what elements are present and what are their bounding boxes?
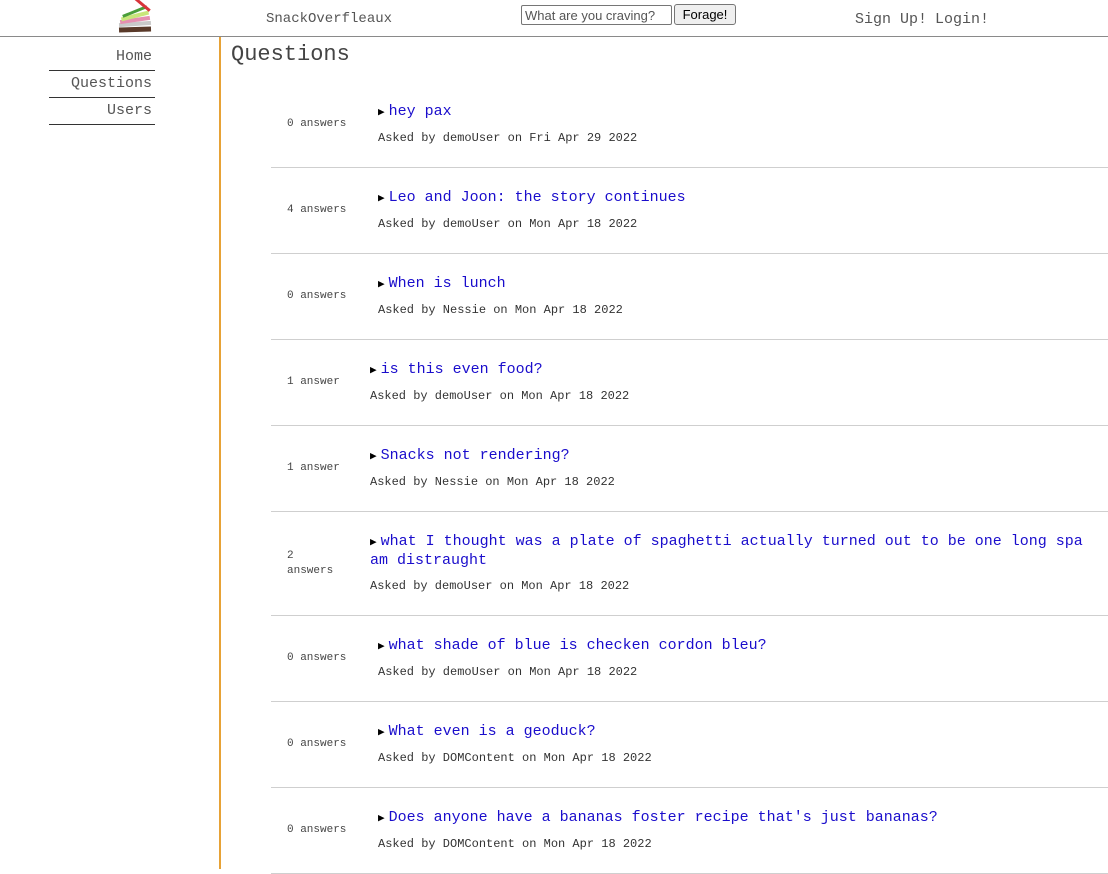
question-row: 0 answers ▶ what shade of blue is checken…	[271, 616, 1108, 702]
disclosure-triangle-icon[interactable]: ▶	[370, 365, 377, 377]
question-meta: Asked by demoUser on Mon Apr 18 2022	[370, 579, 630, 593]
auth-links: Sign Up! Login!	[855, 11, 989, 28]
question-row: 0 answers ▶ When is lunch Asked by Nessie…	[271, 254, 1108, 340]
disclosure-triangle-icon[interactable]: ▶	[378, 279, 385, 291]
question-row: 1 answer ▶ is this even food? Asked by de…	[271, 340, 1108, 426]
sidebar-divider	[219, 37, 221, 869]
sidebar-nav: Home Questions Users	[49, 44, 155, 125]
disclosure-triangle-icon[interactable]: ▶	[378, 727, 385, 739]
login-link[interactable]: Login!	[935, 11, 989, 28]
question-row: 2 answers ▶ what I thought was a plate of…	[271, 512, 1108, 616]
stacked-snacks-logo-icon[interactable]	[116, 0, 154, 34]
question-meta: Asked by Nessie on Mon Apr 18 2022	[378, 303, 623, 317]
answer-count: 0 answers	[287, 652, 347, 664]
question-body: ▶ When is lunch Asked by Nessie on Mon Ap…	[361, 275, 1108, 318]
answer-count: 0 answers	[287, 824, 347, 836]
question-meta: Asked by demoUser on Mon Apr 18 2022	[370, 389, 630, 403]
question-row: 0 answers ▶ hey pax Asked by demoUser on …	[271, 82, 1108, 168]
forage-search-button[interactable]: Forage!	[674, 4, 736, 25]
question-title-link[interactable]: What even is a geoduck?	[389, 723, 596, 740]
question-row: 4 answers ▶ Leo and Joon: the story conti…	[271, 168, 1108, 254]
question-body: ▶ is this even food? Asked by demoUser on…	[353, 361, 1108, 404]
disclosure-triangle-icon[interactable]: ▶	[370, 537, 377, 549]
search-input[interactable]	[521, 5, 672, 25]
answer-count: 0 answers	[287, 738, 347, 750]
sidebar-item-questions[interactable]: Questions	[49, 71, 155, 98]
question-body: ▶ What even is a geoduck? Asked by DOMCon…	[361, 723, 1108, 766]
question-body: ▶ what I thought was a plate of spaghetti…	[353, 533, 1108, 594]
answer-count: 1 answer	[287, 376, 340, 388]
disclosure-triangle-icon[interactable]: ▶	[378, 193, 385, 205]
question-title-link[interactable]: Leo and Joon: the story continues	[389, 189, 686, 206]
question-row: 0 answers ▶ What even is a geoduck? Asked…	[271, 702, 1108, 788]
question-row: 1 answer ▶ Snacks not rendering? Asked by…	[271, 426, 1108, 512]
question-row: 0 answers ▶ Does anyone have a bananas fo…	[271, 788, 1108, 874]
answer-count: 2 answers	[287, 549, 334, 577]
question-title-link[interactable]: is this even food?	[381, 361, 543, 378]
question-title-link[interactable]: When is lunch	[389, 275, 506, 292]
signup-link[interactable]: Sign Up!	[855, 11, 927, 28]
question-body: ▶ Does anyone have a bananas foster recip…	[361, 809, 1108, 852]
page-title: Questions	[231, 42, 350, 67]
answer-count: 4 answers	[287, 204, 347, 216]
disclosure-triangle-icon[interactable]: ▶	[370, 451, 377, 463]
question-meta: Asked by Nessie on Mon Apr 18 2022	[370, 475, 615, 489]
question-body: ▶ what shade of blue is checken cordon bl…	[361, 637, 1108, 680]
question-title-link[interactable]: Snacks not rendering?	[381, 447, 570, 464]
question-meta: Asked by demoUser on Fri Apr 29 2022	[378, 131, 638, 145]
question-title-link[interactable]: what shade of blue is checken cordon ble…	[389, 637, 767, 654]
question-title-link[interactable]: Does anyone have a bananas foster recipe…	[389, 809, 938, 826]
answer-count: 0 answers	[287, 118, 347, 130]
disclosure-triangle-icon[interactable]: ▶	[378, 641, 385, 653]
question-body: ▶ hey pax Asked by demoUser on Fri Apr 29…	[361, 103, 1108, 146]
disclosure-triangle-icon[interactable]: ▶	[378, 813, 385, 825]
question-title-link-continued[interactable]: am distraught	[370, 552, 487, 569]
question-body: ▶ Leo and Joon: the story continues Asked…	[361, 189, 1108, 232]
question-body: ▶ Snacks not rendering? Asked by Nessie o…	[353, 447, 1108, 490]
site-name[interactable]: SnackOverfleaux	[266, 11, 392, 27]
question-meta: Asked by DOMContent on Mon Apr 18 2022	[378, 751, 652, 765]
answer-count: 1 answer	[287, 462, 340, 474]
questions-list: 0 answers ▶ hey pax Asked by demoUser on …	[271, 82, 1108, 874]
question-meta: Asked by demoUser on Mon Apr 18 2022	[378, 217, 638, 231]
answer-count: 0 answers	[287, 290, 347, 302]
question-meta: Asked by demoUser on Mon Apr 18 2022	[378, 665, 638, 679]
question-meta: Asked by DOMContent on Mon Apr 18 2022	[378, 837, 652, 851]
sidebar-item-users[interactable]: Users	[49, 98, 155, 125]
question-title-link[interactable]: what I thought was a plate of spaghetti …	[381, 533, 1083, 550]
disclosure-triangle-icon[interactable]: ▶	[378, 107, 385, 119]
top-header: SnackOverfleaux Forage! Sign Up! Login!	[0, 0, 1108, 37]
sidebar-item-home[interactable]: Home	[49, 44, 155, 71]
question-title-link[interactable]: hey pax	[389, 103, 452, 120]
